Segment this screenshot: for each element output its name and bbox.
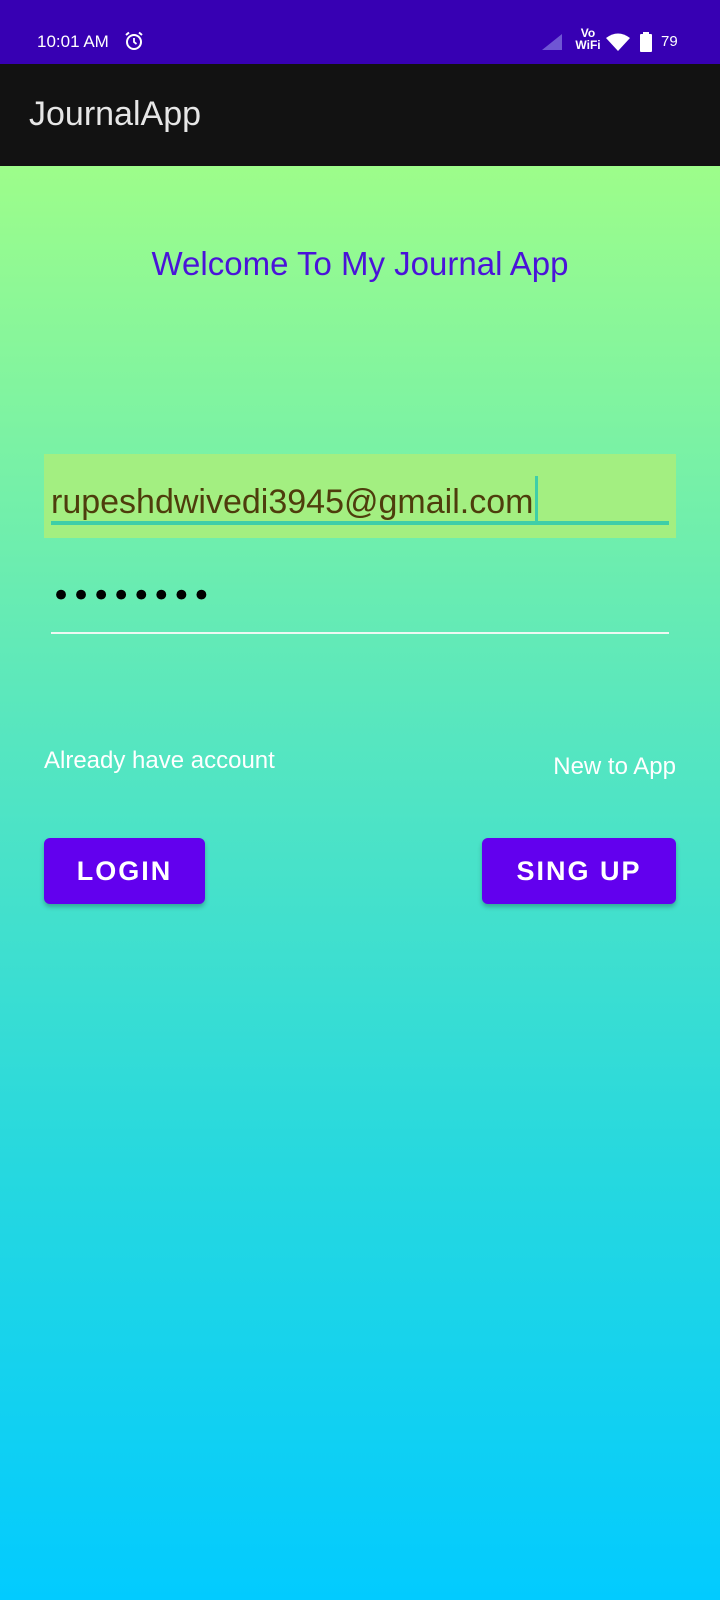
email-value: rupeshdwivedi3945@gmail.com bbox=[51, 483, 534, 521]
vowifi-label: Vo WiFi bbox=[575, 26, 601, 52]
signup-button[interactable]: SING UP bbox=[482, 838, 676, 904]
app-title: JournalApp bbox=[29, 95, 202, 133]
alarm-icon bbox=[125, 31, 143, 50]
email-field[interactable]: rupeshdwivedi3945@gmail.com bbox=[44, 454, 676, 538]
status-bar: 10:01 AM Vo WiFi 79 bbox=[0, 0, 720, 64]
login-screen: Welcome To My Journal App rupeshdwivedi3… bbox=[0, 166, 720, 1600]
status-time: 10:01 AM bbox=[37, 32, 109, 51]
new-to-app-label: New to App bbox=[553, 753, 676, 780]
battery-icon bbox=[640, 32, 652, 52]
password-underline bbox=[51, 632, 669, 634]
password-field[interactable]: •••••••• bbox=[51, 576, 211, 616]
text-cursor bbox=[535, 476, 539, 521]
already-account-label: Already have account bbox=[44, 747, 275, 774]
welcome-heading: Welcome To My Journal App bbox=[151, 245, 569, 282]
email-underline bbox=[51, 521, 669, 525]
app-bar: JournalApp bbox=[0, 64, 720, 166]
wifi-icon bbox=[606, 33, 630, 51]
signal-icon bbox=[542, 34, 562, 50]
battery-level: 79 bbox=[661, 33, 678, 50]
login-button[interactable]: LOGIN bbox=[44, 838, 205, 904]
